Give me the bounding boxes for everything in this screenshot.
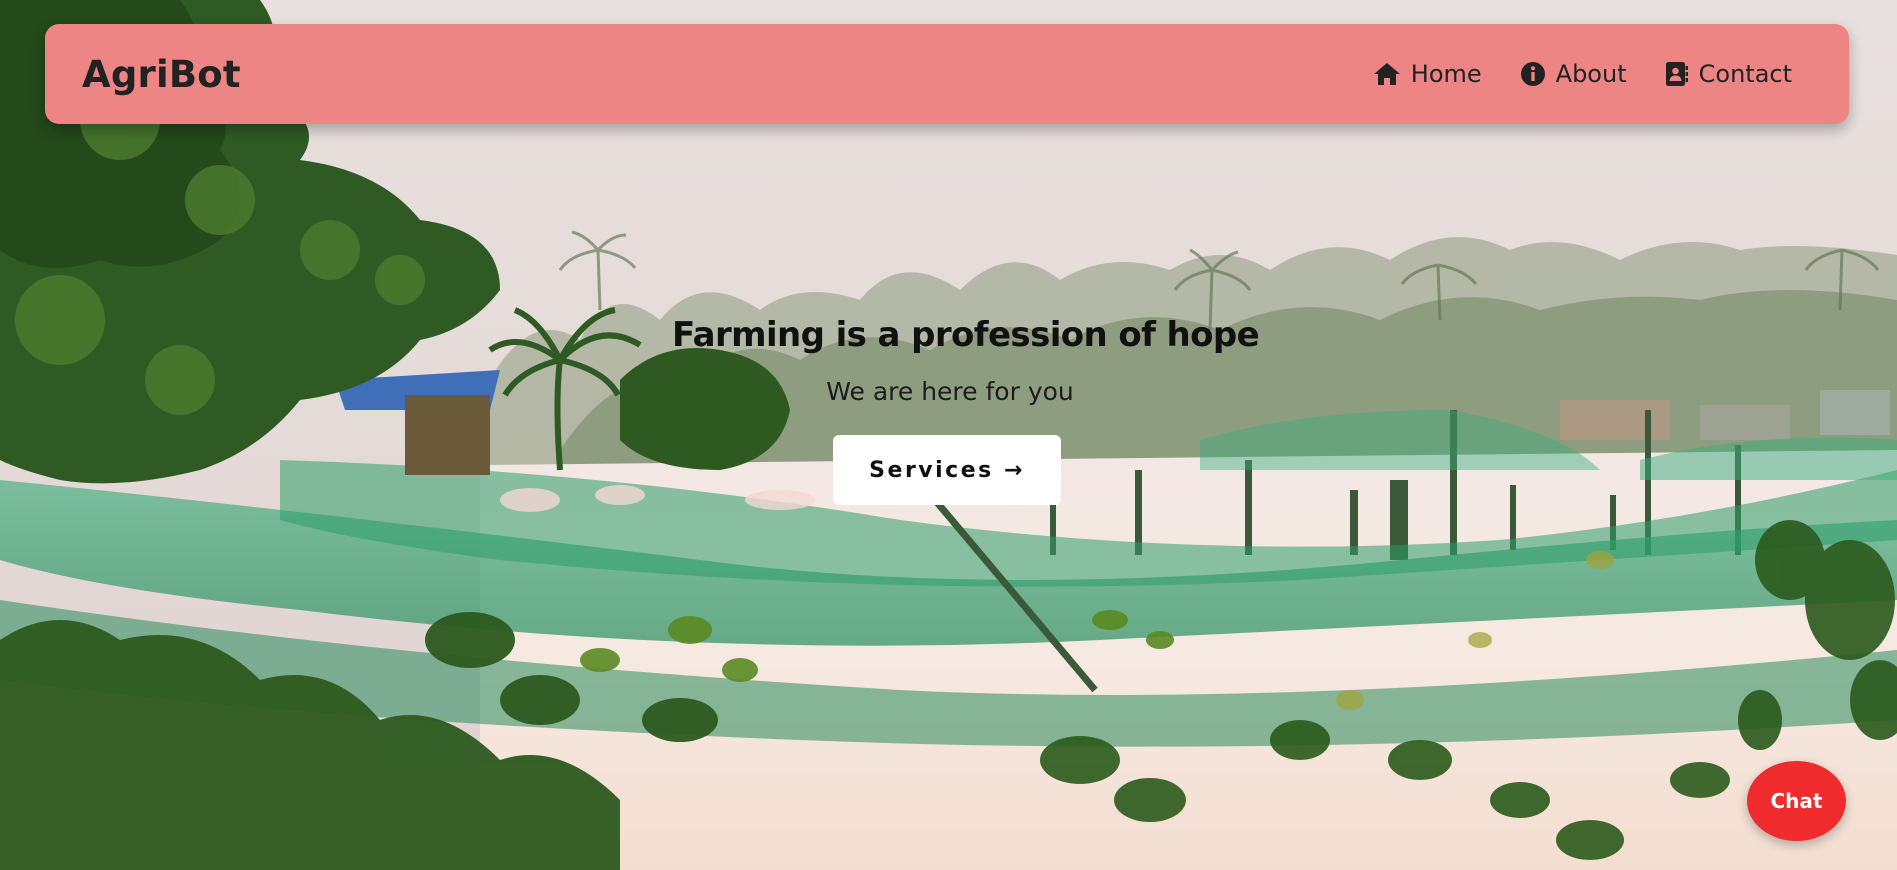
nav-links: Home About Contact [1373, 60, 1792, 88]
nav-about-label: About [1555, 60, 1627, 88]
nav-home-link[interactable]: Home [1373, 60, 1482, 88]
hero-subtitle: We are here for you [826, 377, 1074, 406]
home-icon [1373, 62, 1401, 86]
hero-title: Farming is a profession of hope [672, 315, 1260, 355]
nav-about-link[interactable]: About [1520, 60, 1627, 88]
top-navbar: AgriBot Home About Contact [45, 24, 1849, 124]
contact-book-icon [1665, 61, 1689, 87]
nav-contact-label: Contact [1698, 60, 1792, 88]
chat-button[interactable]: Chat [1747, 761, 1846, 841]
nav-home-label: Home [1410, 60, 1482, 88]
info-icon [1520, 61, 1546, 87]
services-button[interactable]: Services → [833, 435, 1061, 505]
brand-logo[interactable]: AgriBot [82, 53, 241, 96]
nav-contact-link[interactable]: Contact [1665, 60, 1792, 88]
